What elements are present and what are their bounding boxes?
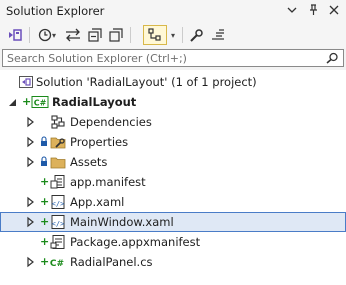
- collapsed-chevron-icon[interactable]: [26, 196, 36, 208]
- show-all-files-icon: [109, 28, 123, 42]
- tree-item-label: App.xaml: [70, 195, 125, 209]
- plus-icon: +: [40, 195, 50, 208]
- folder-icon: [50, 157, 66, 169]
- search-icon[interactable]: [325, 52, 339, 64]
- vs-switch-icon: [9, 29, 22, 41]
- preview-selected-items-button[interactable]: [208, 25, 228, 45]
- pin-icon[interactable]: [307, 4, 319, 16]
- tree-item-app-xaml[interactable]: + </> App.xaml: [0, 192, 346, 212]
- dropdown-caret-icon[interactable]: [286, 4, 298, 16]
- chevron-down-icon: ▾: [51, 30, 56, 40]
- appxmanifest-icon: [50, 235, 65, 249]
- project-label: RadialLayout: [52, 95, 137, 109]
- svg-text:</>: </>: [52, 220, 65, 228]
- close-icon[interactable]: [328, 4, 340, 16]
- collapse-all-button[interactable]: [86, 25, 104, 45]
- tree-item-solution[interactable]: Solution 'RadialLayout' (1 of 1 project): [0, 72, 346, 92]
- title-bar: Solution Explorer: [0, 0, 346, 22]
- search-box[interactable]: Search Solution Explorer (Ctrl+;): [2, 49, 344, 67]
- lock-icon: [41, 156, 47, 166]
- solution-icon: [19, 76, 33, 88]
- wrench-icon: [189, 28, 203, 42]
- plus-icon: +: [22, 95, 32, 108]
- switch-views-button[interactable]: [5, 25, 25, 45]
- solution-label: Solution 'RadialLayout' (1 of 1 project): [36, 75, 257, 89]
- svg-text:C#: C#: [50, 259, 64, 269]
- toolbar-separator: [130, 27, 131, 43]
- tree-item-label: Dependencies: [70, 115, 152, 129]
- expanded-chevron-icon[interactable]: [8, 96, 18, 108]
- csharp-icon: C#: [50, 259, 64, 269]
- toggle-filter-button[interactable]: [143, 25, 167, 45]
- collapsed-chevron-icon[interactable]: [26, 136, 36, 148]
- tree-item-dependencies[interactable]: Dependencies: [0, 112, 346, 132]
- search-input[interactable]: Search Solution Explorer (Ctrl+;): [7, 52, 187, 65]
- svg-text:C#: C#: [34, 99, 47, 108]
- tree-item-label: Package.appxmanifest: [70, 235, 201, 249]
- tree-item-app-manifest[interactable]: + app.manifest: [0, 172, 346, 192]
- tree-item-label: RadialPanel.cs: [70, 255, 153, 269]
- properties-button[interactable]: [187, 25, 205, 45]
- tree-item-properties[interactable]: Properties: [0, 132, 346, 152]
- plus-icon: +: [40, 175, 50, 188]
- toolbar-separator: [182, 27, 183, 43]
- csharp-project-icon: C#: [31, 96, 49, 108]
- window-controls: [286, 4, 340, 16]
- tree-item-project[interactable]: + C# RadialLayout: [0, 92, 346, 112]
- plus-icon: +: [40, 235, 50, 248]
- collapsed-chevron-icon[interactable]: [26, 116, 36, 128]
- solution-tree: Solution 'RadialLayout' (1 of 1 project)…: [0, 70, 346, 285]
- tree-item-label: app.manifest: [70, 175, 146, 189]
- filter-dropdown-button[interactable]: ▾: [168, 25, 178, 45]
- tree-item-label: MainWindow.xaml: [70, 215, 174, 229]
- tree-item-package-appxmanifest[interactable]: + Package.appxmanifest: [0, 232, 346, 252]
- pending-changes-button[interactable]: ▾: [33, 25, 61, 45]
- svg-text:</>: </>: [52, 200, 65, 208]
- show-all-files-button[interactable]: [107, 25, 125, 45]
- plus-icon: +: [40, 215, 50, 228]
- manifest-icon: [50, 175, 65, 189]
- dependencies-icon: [51, 115, 65, 129]
- sync-arrows-icon: [66, 28, 80, 42]
- tree-filter-icon: [148, 28, 161, 41]
- xaml-icon: </>: [51, 195, 65, 209]
- tree-item-label: Assets: [70, 155, 108, 169]
- xaml-icon: </>: [51, 215, 65, 229]
- lock-icon: [41, 136, 47, 146]
- properties-icon: [50, 137, 66, 149]
- toolbar-separator: [29, 27, 30, 43]
- tree-item-assets[interactable]: Assets: [0, 152, 346, 172]
- preview-icon: [212, 29, 224, 40]
- sync-with-active-document-button[interactable]: [64, 25, 82, 45]
- tree-item-mainwindow-xaml[interactable]: + </> MainWindow.xaml: [0, 212, 346, 232]
- collapsed-chevron-icon[interactable]: [26, 156, 36, 168]
- chevron-down-icon: ▾: [170, 30, 175, 40]
- tree-item-label: Properties: [70, 135, 129, 149]
- toolbar: ▾ ▾: [0, 22, 346, 48]
- collapse-all-icon: [88, 28, 102, 42]
- collapsed-chevron-icon[interactable]: [26, 216, 36, 228]
- window-title: Solution Explorer: [6, 4, 105, 18]
- tree-item-radialpanel-cs[interactable]: + C# RadialPanel.cs: [0, 252, 346, 272]
- collapsed-chevron-icon[interactable]: [26, 256, 36, 268]
- clock-icon: [38, 28, 52, 42]
